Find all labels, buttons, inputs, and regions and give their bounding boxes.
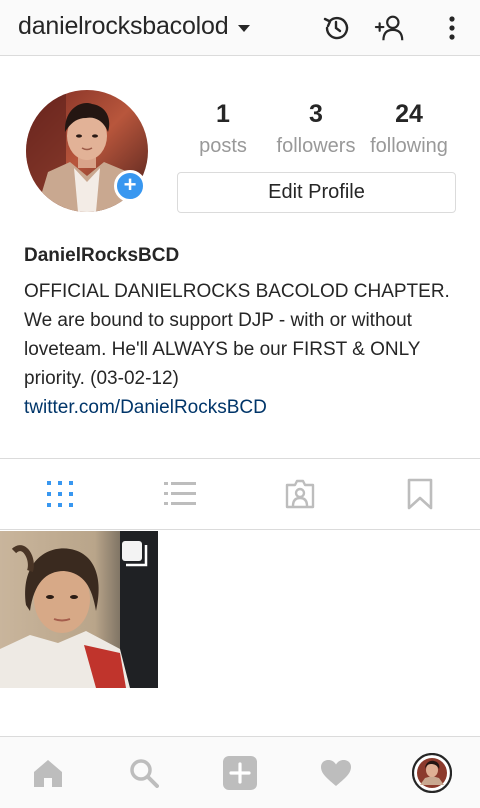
bio-link[interactable]: twitter.com/DanielRocksBCD bbox=[24, 397, 464, 419]
edit-profile-button[interactable]: Edit Profile bbox=[177, 172, 456, 213]
add-person-icon[interactable] bbox=[374, 12, 406, 44]
add-story-button[interactable]: + bbox=[114, 170, 146, 202]
home-icon[interactable] bbox=[0, 737, 96, 808]
tagged-icon[interactable] bbox=[240, 459, 360, 529]
activity-icon[interactable] bbox=[288, 737, 384, 808]
following-count: 24 bbox=[395, 100, 423, 128]
new-post-icon[interactable] bbox=[192, 737, 288, 808]
posts-label: posts bbox=[199, 135, 247, 157]
followers-stat[interactable]: 3 followers bbox=[270, 100, 362, 158]
username-title: danielrocksbacolod bbox=[18, 12, 229, 40]
more-vertical-icon[interactable] bbox=[436, 12, 468, 44]
account-switcher[interactable]: danielrocksbacolod bbox=[18, 12, 251, 41]
post-thumbnail[interactable] bbox=[0, 531, 158, 688]
top-bar: danielrocksbacolod bbox=[0, 0, 480, 56]
profile-avatar-container[interactable]: + bbox=[26, 90, 148, 212]
grid-view-icon[interactable] bbox=[0, 459, 120, 529]
followers-label: followers bbox=[276, 135, 356, 157]
saved-icon[interactable] bbox=[360, 459, 480, 529]
posts-stat[interactable]: 1 posts bbox=[196, 100, 250, 158]
full-name: DanielRocksBCD bbox=[24, 245, 180, 266]
profile-icon[interactable] bbox=[384, 737, 480, 808]
profile-bio-section: DanielRocksBCD OFFICIAL DANIELROCKS BACO… bbox=[24, 245, 464, 419]
following-stat[interactable]: 24 following bbox=[364, 100, 454, 158]
list-view-icon[interactable] bbox=[120, 459, 240, 529]
profile-tabs bbox=[0, 458, 480, 530]
search-icon[interactable] bbox=[96, 737, 192, 808]
following-label: following bbox=[370, 135, 448, 157]
history-icon[interactable] bbox=[320, 12, 352, 44]
bio-text: OFFICIAL DANIELROCKS BACOLOD CHAPTER. We… bbox=[24, 281, 450, 389]
chevron-down-icon bbox=[238, 25, 251, 32]
posts-count: 1 bbox=[216, 100, 230, 128]
followers-count: 3 bbox=[309, 100, 323, 128]
bottom-nav bbox=[0, 736, 480, 808]
